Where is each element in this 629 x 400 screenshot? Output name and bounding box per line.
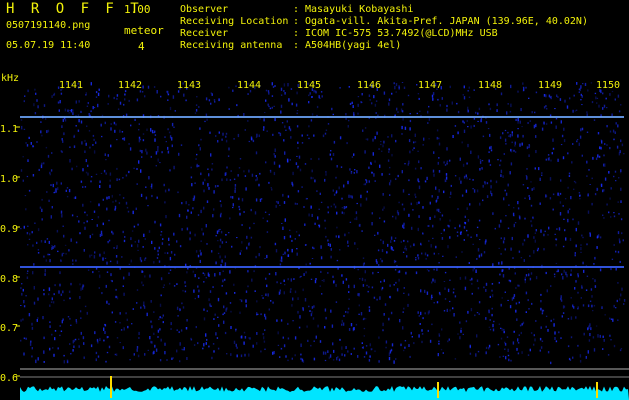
meteor-marker <box>110 376 112 398</box>
info-value: A504HB(yagi 4el) <box>305 40 402 51</box>
x-tick-label: 1144 <box>237 80 262 91</box>
file-name: 0507191140.png <box>6 20 91 31</box>
info-value: ICOM IC-575 53.7492(@LCD)MHz USB <box>305 28 498 39</box>
spectrogram <box>16 82 629 400</box>
x-tick-label: 1149 <box>538 80 563 91</box>
x-tick-label: 1147 <box>418 80 443 91</box>
x-tick-label: 1142 <box>118 80 143 91</box>
y-tick-label: 0.8 <box>0 274 19 285</box>
info-row-location: Receiving Location : Ogata-vill. Akita-P… <box>180 16 620 28</box>
info-value: Ogata-vill. Akita-Pref. JAPAN (139.96E, … <box>305 16 588 27</box>
x-tick-label: 1141 <box>59 80 84 91</box>
meteor-label: meteor <box>124 24 164 37</box>
x-tick-label: 1145 <box>297 80 322 91</box>
meteor-marker <box>437 382 439 398</box>
info-row-antenna: Receiving antenna : A504HB(yagi 4el) <box>180 40 620 52</box>
carrier-line-lower <box>20 266 624 268</box>
y-tick-label: 0.9 <box>0 224 19 235</box>
meteor-marker <box>596 382 598 398</box>
info-row-receiver: Receiver : ICOM IC-575 53.7492(@LCD)MHz … <box>180 28 620 40</box>
x-tick-label: 1143 <box>177 80 202 91</box>
info-separator: : <box>293 4 300 15</box>
app-version: 1.00 <box>124 3 151 16</box>
app-title: H R O F F T <box>6 1 143 17</box>
info-key: Receiving antenna <box>180 40 283 51</box>
info-value: Masayuki Kobayashi <box>305 4 414 15</box>
station-info: Observer : Masayuki Kobayashi Receiving … <box>180 4 620 52</box>
info-row-observer: Observer : Masayuki Kobayashi <box>180 4 620 16</box>
y-tick-label: 1.0 <box>0 174 19 185</box>
info-key: Receiving Location <box>180 16 289 27</box>
info-separator: : <box>293 28 300 39</box>
carrier-line-upper <box>20 116 624 118</box>
info-key: Observer <box>180 4 229 15</box>
y-tick-label: 0.7 <box>0 323 19 334</box>
info-key: Receiver <box>180 28 229 39</box>
meteor-count: 4 <box>138 40 145 53</box>
x-tick-label: 1146 <box>357 80 382 91</box>
x-tick-label: 1148 <box>478 80 503 91</box>
info-separator: : <box>293 40 300 51</box>
noise-field <box>20 82 626 365</box>
y-tick-label: 1.1 <box>0 124 19 135</box>
y-axis-unit: kHz <box>1 73 20 84</box>
info-separator: : <box>293 16 300 27</box>
y-tick-label: 0.6 <box>0 373 19 384</box>
header-panel: H R O F F T 1.00 0507191140.png meteor 0… <box>0 0 170 58</box>
x-tick-label: 1150 <box>596 80 621 91</box>
date-time: 05.07.19 11:40 <box>6 40 91 51</box>
